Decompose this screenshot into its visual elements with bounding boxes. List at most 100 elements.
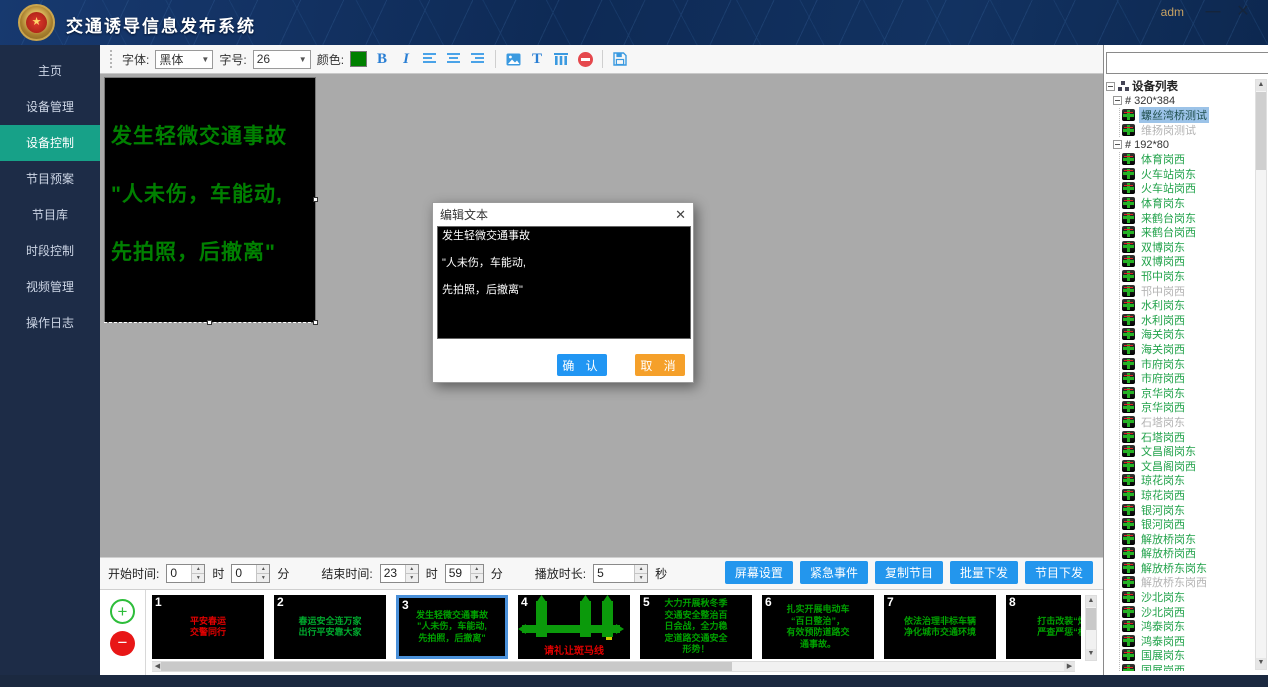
device-item[interactable]: 沙北岗西	[1122, 604, 1254, 619]
device-item[interactable]: 银河岗西	[1122, 517, 1254, 532]
scroll-up-icon[interactable]: ▲	[1086, 596, 1096, 607]
sidebar-item-nav[interactable]: 设备管理	[0, 89, 100, 125]
color-swatch[interactable]	[350, 51, 367, 67]
device-item[interactable]: 沙北岗东	[1122, 590, 1254, 605]
cancel-button[interactable]: 取 消	[635, 354, 685, 376]
led-display-preview[interactable]: 发生轻微交通事故"人未伤，车能动,先拍照，后撤离"	[104, 77, 316, 323]
scroll-right-icon[interactable]: ▶	[1064, 662, 1075, 671]
device-item[interactable]: 鸿泰岗西	[1122, 634, 1254, 649]
tree-group-resolution[interactable]: #192*80	[1113, 137, 1254, 152]
playlist-thumbnail[interactable]: 1平安春运交警同行	[152, 595, 264, 659]
resize-handle-right[interactable]	[313, 197, 318, 202]
confirm-button[interactable]: 确 认	[557, 354, 607, 376]
device-item[interactable]: 海关岗东	[1122, 327, 1254, 342]
add-program-button[interactable]: +	[110, 599, 135, 624]
sidebar-item-nav[interactable]: 视频管理	[0, 269, 100, 305]
spinner-down-icon[interactable]: ▼	[257, 574, 269, 582]
spinner-up-icon[interactable]: ▲	[406, 565, 418, 574]
device-item[interactable]: 石塔岗西	[1122, 429, 1254, 444]
playlist-thumbnail[interactable]: 7依法治理非标车辆净化城市交通环境	[884, 595, 996, 659]
sidebar-item-nav[interactable]: 主页	[0, 53, 100, 89]
spinner-down-icon[interactable]: ▼	[406, 574, 418, 582]
device-item[interactable]: 水利岗西	[1122, 313, 1254, 328]
device-item[interactable]: 来鹤台岗东	[1122, 210, 1254, 225]
delete-button[interactable]	[576, 49, 594, 69]
device-item[interactable]: 琼花岗西	[1122, 488, 1254, 503]
horizontal-scrollbar[interactable]: ◀ ▶	[152, 661, 1075, 672]
font-size-select[interactable]: 26 ▼	[253, 50, 311, 69]
bold-button[interactable]: B	[373, 49, 391, 69]
spinner-down-icon[interactable]: ▼	[192, 574, 204, 582]
vertical-scrollbar[interactable]: ▲ ▼	[1085, 595, 1097, 661]
start-hour-spinner[interactable]: 0 ▲▼	[166, 564, 205, 583]
align-center-button[interactable]	[445, 49, 463, 69]
device-item[interactable]: 邗中岗东	[1122, 269, 1254, 284]
device-item[interactable]: 维扬岗测试	[1122, 123, 1254, 138]
scroll-down-icon[interactable]: ▼	[1086, 649, 1096, 660]
playlist-thumbnail[interactable]: 3发生轻微交通事故"人未伤，车能动,先拍照，后撤离"	[396, 595, 508, 659]
scrollbar-thumb[interactable]	[161, 662, 732, 671]
action-button[interactable]: 屏幕设置	[725, 561, 793, 584]
sidebar-item-nav[interactable]: 节目预案	[0, 161, 100, 197]
device-item[interactable]: 解放桥岗东	[1122, 531, 1254, 546]
device-item[interactable]: 市府岗西	[1122, 371, 1254, 386]
insert-image-button[interactable]	[504, 49, 522, 69]
tree-collapse-icon[interactable]	[1113, 96, 1122, 105]
end-hour-spinner[interactable]: 23 ▲▼	[380, 564, 419, 583]
device-item[interactable]: 体育岗西	[1122, 152, 1254, 167]
spinner-up-icon[interactable]: ▲	[471, 565, 483, 574]
save-button[interactable]	[611, 49, 629, 69]
device-item[interactable]: 琼花岗东	[1122, 473, 1254, 488]
resize-handle-corner[interactable]	[313, 320, 318, 325]
spinner-down-icon[interactable]: ▼	[471, 574, 483, 582]
playlist-thumbnail[interactable]: 8打击改装“炸严查严惩“机	[1006, 595, 1081, 659]
spinner-up-icon[interactable]: ▲	[635, 565, 647, 574]
italic-button[interactable]: I	[397, 49, 415, 69]
action-button[interactable]: 批量下发	[950, 561, 1018, 584]
device-search-input[interactable]	[1106, 52, 1268, 74]
tree-group-resolution[interactable]: #320*384	[1113, 94, 1254, 109]
sidebar-item-nav[interactable]: 时段控制	[0, 233, 100, 269]
device-item[interactable]: 市府岗东	[1122, 356, 1254, 371]
align-right-button[interactable]	[469, 49, 487, 69]
playlist-thumbnail[interactable]: 6扎实开展电动车“百日整治”，有效预防道路交通事故。	[762, 595, 874, 659]
action-button[interactable]: 节目下发	[1025, 561, 1093, 584]
device-item[interactable]: 双博岗东	[1122, 240, 1254, 255]
close-button[interactable]: ✕	[1232, 2, 1254, 22]
device-item[interactable]: 火车站岗东	[1122, 167, 1254, 182]
device-item[interactable]: 文昌阁岗东	[1122, 444, 1254, 459]
dialog-close-icon[interactable]: ✕	[675, 207, 686, 223]
action-button[interactable]: 复制节目	[875, 561, 943, 584]
playlist-thumbnail[interactable]: 2春运安全连万家出行平安靠大家	[274, 595, 386, 659]
device-item[interactable]: 文昌阁岗西	[1122, 458, 1254, 473]
remove-program-button[interactable]: −	[110, 631, 135, 656]
start-minute-spinner[interactable]: 0 ▲▼	[231, 564, 270, 583]
device-item[interactable]: 银河岗东	[1122, 502, 1254, 517]
scrollbar-thumb[interactable]	[1086, 608, 1096, 630]
font-family-select[interactable]: 黑体 ▼	[155, 50, 213, 69]
scrollbar-thumb[interactable]	[1256, 92, 1266, 170]
spinner-up-icon[interactable]: ▲	[192, 565, 204, 574]
device-item[interactable]: 鸿泰岗东	[1122, 619, 1254, 634]
device-item[interactable]: 解放桥东岗东	[1122, 561, 1254, 576]
sidebar-item-nav[interactable]: 节目库	[0, 197, 100, 233]
device-item[interactable]: 螺丝湾桥测试	[1122, 108, 1254, 123]
device-item[interactable]: 体育岗东	[1122, 196, 1254, 211]
device-item[interactable]: 来鹤台岗西	[1122, 225, 1254, 240]
end-minute-spinner[interactable]: 59 ▲▼	[445, 564, 484, 583]
screen-area-button[interactable]	[552, 49, 570, 69]
minimize-button[interactable]: —	[1202, 2, 1224, 22]
device-item[interactable]: 水利岗东	[1122, 298, 1254, 313]
device-item[interactable]: 火车站岗西	[1122, 181, 1254, 196]
tree-scrollbar[interactable]: ▲ ▼	[1255, 79, 1267, 670]
device-item[interactable]: 石塔岗东	[1122, 415, 1254, 430]
spinner-up-icon[interactable]: ▲	[257, 565, 269, 574]
tree-root-device-list[interactable]: 设备列表	[1106, 79, 1254, 94]
edit-text-textarea[interactable]: 发生轻微交通事故 "人未伤，车能动, 先拍照，后撤离"	[437, 226, 691, 339]
sidebar-item-active[interactable]: 设备控制	[0, 125, 100, 161]
resize-handle-bottom[interactable]	[207, 320, 212, 325]
duration-spinner[interactable]: 5 ▲▼	[593, 564, 648, 583]
device-item[interactable]: 京华岗东	[1122, 385, 1254, 400]
playlist-thumbnail[interactable]: 4请礼让斑马线	[518, 595, 630, 659]
device-item[interactable]: 双博岗西	[1122, 254, 1254, 269]
